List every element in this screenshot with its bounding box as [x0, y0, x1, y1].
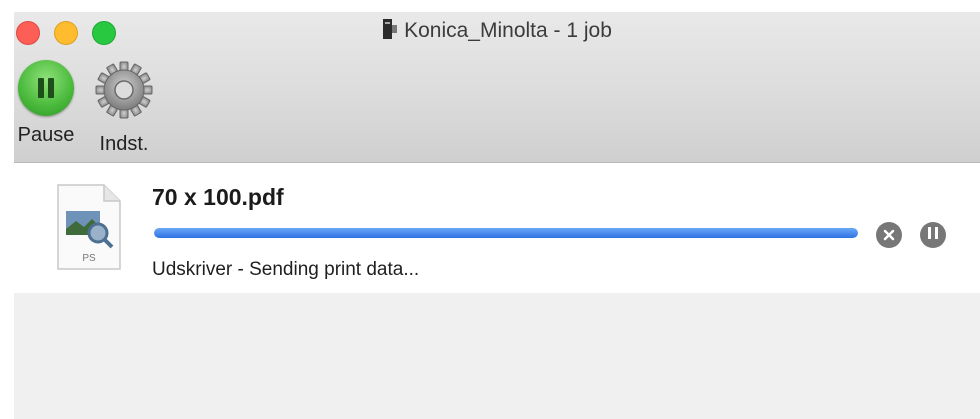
job-status: Udskriver - Sending print data...	[152, 259, 420, 280]
window-title: Konica_Minolta - 1 job	[404, 19, 612, 42]
cancel-job-button[interactable]	[876, 222, 902, 248]
gear-icon	[95, 61, 153, 119]
window-title-bar: Konica_Minolta - 1 job	[14, 18, 980, 44]
pause-job-button[interactable]	[920, 222, 946, 248]
job-name: 70 x 100.pdf	[152, 184, 284, 210]
job-progress-bar	[154, 228, 858, 238]
job-progress-fill	[154, 228, 858, 238]
pause-label: Pause	[17, 124, 75, 146]
pause-icon	[18, 60, 74, 116]
close-circle-icon	[883, 229, 895, 241]
print-queue-window: Konica_Minolta - 1 job Pause Indst. PS 7…	[0, 0, 980, 419]
print-job-row[interactable]: PS 70 x 100.pdf Udskriver - Sending prin…	[14, 163, 980, 293]
printer-icon	[383, 19, 398, 39]
toolbar: Konica_Minolta - 1 job Pause Indst.	[14, 12, 980, 163]
settings-button[interactable]: Indst.	[90, 60, 158, 156]
pause-printer-button[interactable]: Pause	[14, 60, 78, 147]
job-list-empty-area	[14, 293, 980, 419]
pause-circle-icon	[926, 226, 940, 244]
document-preview-icon: PS	[57, 184, 121, 270]
file-type-badge: PS	[82, 253, 96, 264]
settings-label: Indst.	[99, 133, 149, 155]
